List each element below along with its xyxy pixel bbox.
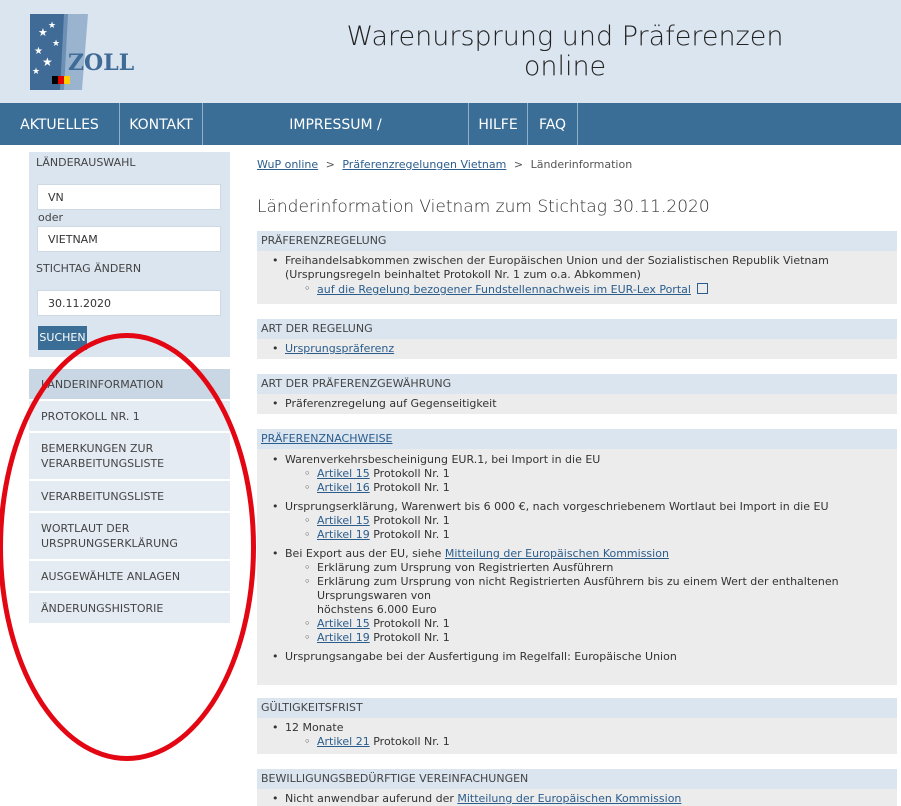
ursprungspraeferenz-link[interactable]: Ursprungspräferenz: [285, 342, 394, 355]
zoll-logo[interactable]: ★ ★ ★ ★ ★ ★ ZOLL: [30, 14, 142, 90]
list-subitem: Artikel 16 Protokoll Nr. 1: [257, 481, 897, 495]
section-vereinfachungen: BEWILLIGUNGSBEDÜRFTIGE VEREINFACHUNGEN N…: [257, 769, 897, 806]
list-subitem: Artikel 19 Protokoll Nr. 1: [257, 631, 897, 645]
list-item: Ursprungsangabe bei der Ausfertigung im …: [257, 650, 897, 664]
list-item: 12 Monate: [257, 721, 897, 735]
list-item: Präferenzregelung auf Gegenseitigkeit: [257, 397, 897, 411]
artikel-15-link[interactable]: Artikel 15: [317, 514, 370, 527]
list-item: Warenverkehrsbescheinigung EUR.1, bei Im…: [257, 453, 897, 467]
site-title-line2: online: [523, 51, 607, 82]
breadcrumb-sep: >: [325, 158, 335, 171]
protokoll-text: Protokoll Nr. 1: [373, 617, 450, 630]
site-header: ★ ★ ★ ★ ★ ★ ZOLL Warenursprung und Präfe…: [0, 0, 901, 103]
protokoll-text: Protokoll Nr. 1: [373, 467, 450, 480]
artikel-15-link[interactable]: Artikel 15: [317, 467, 370, 480]
section-heading: PRÄFERENZREGELUNG: [257, 231, 897, 251]
list-subitem: Artikel 19 Protokoll Nr. 1: [257, 528, 897, 542]
laenderauswahl-label: LÄNDERAUSWAHL: [29, 152, 230, 174]
mitteilung-link[interactable]: Mitteilung der Europäischen Kommission: [445, 547, 669, 560]
artikel-19-link[interactable]: Artikel 19: [317, 528, 370, 541]
protokoll-text: Protokoll Nr. 1: [373, 631, 450, 644]
breadcrumb-sep: >: [513, 158, 524, 171]
menu-bemerkungen[interactable]: BEMERKUNGEN ZUR VERARBEITUNGSLISTE: [29, 433, 230, 479]
list-subitem: Erklärung zum Ursprung von nicht Registr…: [257, 575, 897, 603]
protokoll-text: Protokoll Nr. 1: [373, 528, 450, 541]
nav-hilfe[interactable]: HILFE: [469, 103, 528, 145]
nav-kontakt[interactable]: KONTAKT: [120, 103, 203, 145]
page-title: Länderinformation Vietnam zum Stichtag 3…: [257, 197, 710, 217]
export-prefix: Bei Export aus der EU, siehe: [285, 547, 442, 560]
list-item: Nicht anwendbar auferund der Mitteilung …: [257, 792, 897, 806]
list-item: Freihandelsabkommen zwischen der Europäi…: [257, 254, 897, 268]
site-title-line1: Warenursprung und Präferenzen: [346, 21, 784, 52]
list-subitem: auf die Regelung bezogener Fundstellenna…: [257, 282, 897, 297]
menu-laenderinformation[interactable]: LÄNDERINFORMATION: [29, 369, 230, 399]
stichtag-label: STICHTAG ÄNDERN: [29, 258, 230, 280]
breadcrumb-home[interactable]: WuP online: [257, 158, 318, 171]
logo-text: ZOLL: [68, 50, 134, 76]
list-item: Bei Export aus der EU, siehe Mitteilung …: [257, 547, 897, 561]
nav-impressum[interactable]: IMPRESSUM / HAFTUNGSAUSSCHLUSS: [203, 103, 469, 177]
list-subitem: Artikel 15 Protokoll Nr. 1: [257, 617, 897, 631]
nav-faq[interactable]: FAQ: [528, 103, 578, 145]
list-subitem: Erklärung zum Ursprung von Registrierten…: [257, 561, 897, 575]
menu-wortlaut[interactable]: WORTLAUT DER URSPRUNGSERKLÄRUNG: [29, 513, 230, 559]
section-heading: ART DER REGELUNG: [257, 319, 897, 339]
search-button[interactable]: SUCHEN: [38, 326, 87, 350]
section-art-gewaehrung: ART DER PRÄFERENZGEWÄHRUNG Präferenzrege…: [257, 374, 897, 414]
country-code-input[interactable]: VN: [37, 184, 221, 210]
list-subitem: Artikel 15 Protokoll Nr. 1: [257, 514, 897, 528]
list-subitem-cont: höchstens 6.000 Euro: [317, 603, 437, 616]
nachweise-heading-link[interactable]: PRÄFERENZNACHWEISE: [261, 432, 393, 445]
section-praeferenzregelung: PRÄFERENZREGELUNG Freihandelsabkommen zw…: [257, 231, 897, 304]
list-item: Ursprungserklärung, Warenwert bis 6 000 …: [257, 500, 897, 514]
section-heading: PRÄFERENZNACHWEISE: [257, 429, 897, 449]
list-item: Ursprungspräferenz: [257, 342, 897, 356]
section-gueltigkeit: GÜLTIGKEITSFRIST 12 Monate Artikel 21 Pr…: [257, 698, 897, 754]
mitteilung-link[interactable]: Mitteilung der Europäischen Kommission: [457, 792, 681, 805]
vereinfachungen-prefix: Nicht anwendbar auferund der: [285, 792, 454, 805]
oder-label: oder: [38, 211, 64, 224]
svg-text:★: ★: [52, 39, 60, 49]
menu-verarbeitungsliste[interactable]: VERARBEITUNGSLISTE: [29, 481, 230, 511]
protokoll-text: Protokoll Nr. 1: [373, 481, 450, 494]
date-input[interactable]: 30.11.2020: [37, 290, 221, 316]
breadcrumb-current: Länderinformation: [530, 158, 633, 171]
svg-text:★: ★: [32, 67, 40, 77]
section-heading: GÜLTIGKEITSFRIST: [257, 698, 897, 718]
section-heading: ART DER PRÄFERENZGEWÄHRUNG: [257, 374, 897, 394]
artikel-19-link[interactable]: Artikel 19: [317, 631, 370, 644]
external-link-icon[interactable]: [697, 283, 709, 294]
breadcrumb-parent[interactable]: Präferenzregelungen Vietnam: [342, 158, 506, 171]
list-subitem: Artikel 21 Protokoll Nr. 1: [257, 735, 897, 749]
artikel-16-link[interactable]: Artikel 16: [317, 481, 370, 494]
list-subitem: Artikel 15 Protokoll Nr. 1: [257, 467, 897, 481]
artikel-21-link[interactable]: Artikel 21: [317, 735, 370, 748]
list-item-cont: (Ursprungsregeln beinhaltet Protokoll Nr…: [285, 268, 641, 281]
svg-text:★: ★: [38, 26, 48, 39]
artikel-15-link[interactable]: Artikel 15: [317, 617, 370, 630]
svg-text:★: ★: [42, 55, 53, 69]
protokoll-text: Protokoll Nr. 1: [373, 735, 450, 748]
menu-anlagen[interactable]: AUSGEWÄHLTE ANLAGEN: [29, 561, 230, 591]
section-nachweise: PRÄFERENZNACHWEISE Warenverkehrsbeschein…: [257, 429, 897, 685]
breadcrumb: WuP online > Präferenzregelungen Vietnam…: [257, 158, 632, 171]
country-name-input[interactable]: VIETNAM: [37, 226, 221, 252]
protokoll-text: Protokoll Nr. 1: [373, 514, 450, 527]
site-title: Warenursprung und Präferenzen online: [230, 22, 900, 82]
nav-aktuelles[interactable]: AKTUELLES: [0, 103, 120, 145]
section-heading: BEWILLIGUNGSBEDÜRFTIGE VEREINFACHUNGEN: [257, 769, 897, 789]
menu-protokoll[interactable]: PROTOKOLL NR. 1: [29, 401, 230, 431]
menu-aenderungshistorie[interactable]: ÄNDERUNGSHISTORIE: [29, 593, 230, 623]
main-nav: AKTUELLES KONTAKT IMPRESSUM / HAFTUNGSAU…: [0, 103, 901, 177]
section-art-regelung: ART DER REGELUNG Ursprungspräferenz: [257, 319, 897, 359]
svg-text:★: ★: [48, 21, 56, 31]
eurlex-link[interactable]: auf die Regelung bezogener Fundstellenna…: [317, 283, 691, 296]
